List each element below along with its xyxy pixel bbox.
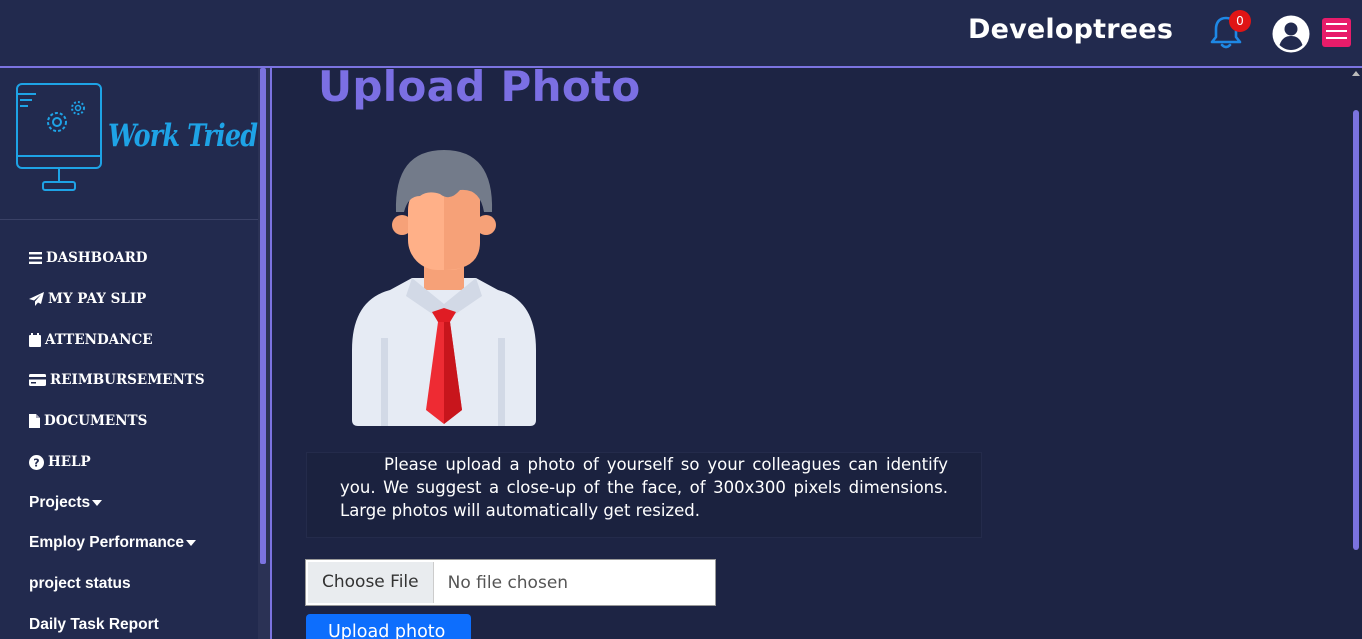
sidebar-item-attendance[interactable]: ATTENDANCE (29, 332, 153, 348)
sidebar-item-label: DASHBOARD (46, 250, 148, 266)
credit-card-icon (29, 374, 46, 386)
sidebar-item-project-status[interactable]: project status (29, 575, 131, 593)
sidebar-item-documents[interactable]: DOCUMENTS (29, 413, 147, 429)
sidebar-item-projects[interactable]: Projects (29, 494, 103, 512)
caret-down-icon (186, 540, 197, 546)
sidebar-item-label: Employ Performance (29, 534, 185, 551)
sidebar-item-daily-task-report[interactable]: Daily Task Report (29, 616, 159, 634)
sidebar-item-label: MY PAY SLIP (48, 291, 147, 307)
sidebar-item-label: HELP (48, 454, 91, 470)
upload-photo-button[interactable]: Upload photo (306, 614, 471, 639)
menu-line (1326, 37, 1347, 39)
sidebar-divider (0, 219, 258, 220)
sidebar-item-label: ATTENDANCE (45, 332, 153, 348)
sidebar-item-help[interactable]: ? HELP (29, 454, 91, 470)
sidebar-item-label: Daily Task Report (29, 616, 159, 633)
sidebar-item-dashboard[interactable]: DASHBOARD (29, 250, 148, 266)
svg-text:?: ? (33, 456, 39, 469)
paper-plane-icon (29, 292, 44, 306)
upload-instructions: Please upload a photo of yourself so you… (306, 452, 982, 538)
sidebar-scrollbar-thumb[interactable] (260, 68, 266, 564)
file-icon (29, 414, 40, 428)
menu-line (1326, 23, 1347, 25)
hamburger-menu-button[interactable] (1322, 18, 1351, 47)
caret-down-icon (92, 500, 103, 506)
sidebar-item-reimbursements[interactable]: REIMBURSEMENTS (29, 372, 205, 388)
calendar-icon (29, 333, 41, 347)
scroll-up-arrow-icon[interactable] (1352, 71, 1360, 76)
instructions-text: Please upload a photo of yourself so you… (340, 455, 948, 520)
question-circle-icon: ? (29, 454, 44, 470)
file-status-text: No file chosen (447, 572, 569, 593)
brand-name: Developtrees (968, 14, 1174, 45)
sidebar-item-label: project status (29, 575, 131, 592)
menu-line (1326, 30, 1347, 32)
choose-file-button[interactable]: Choose File (308, 562, 434, 603)
file-input[interactable]: Choose File No file chosen (305, 559, 716, 606)
user-profile-icon[interactable] (1272, 15, 1310, 53)
logo-text: Work Tried (108, 118, 258, 154)
bars-icon (29, 252, 42, 264)
sidebar-item-my-pay-slip[interactable]: MY PAY SLIP (29, 291, 146, 307)
user-avatar-placeholder (352, 150, 536, 426)
main-scrollbar-thumb[interactable] (1353, 110, 1359, 550)
sidebar-item-label: REIMBURSEMENTS (50, 372, 205, 388)
sidebar-item-employ-performance[interactable]: Employ Performance (29, 534, 197, 552)
page-title: Upload Photo (318, 62, 641, 111)
notification-count-badge: 0 (1229, 10, 1251, 32)
sidebar-item-label: Projects (29, 494, 91, 511)
sidebar-item-label: DOCUMENTS (44, 413, 148, 429)
